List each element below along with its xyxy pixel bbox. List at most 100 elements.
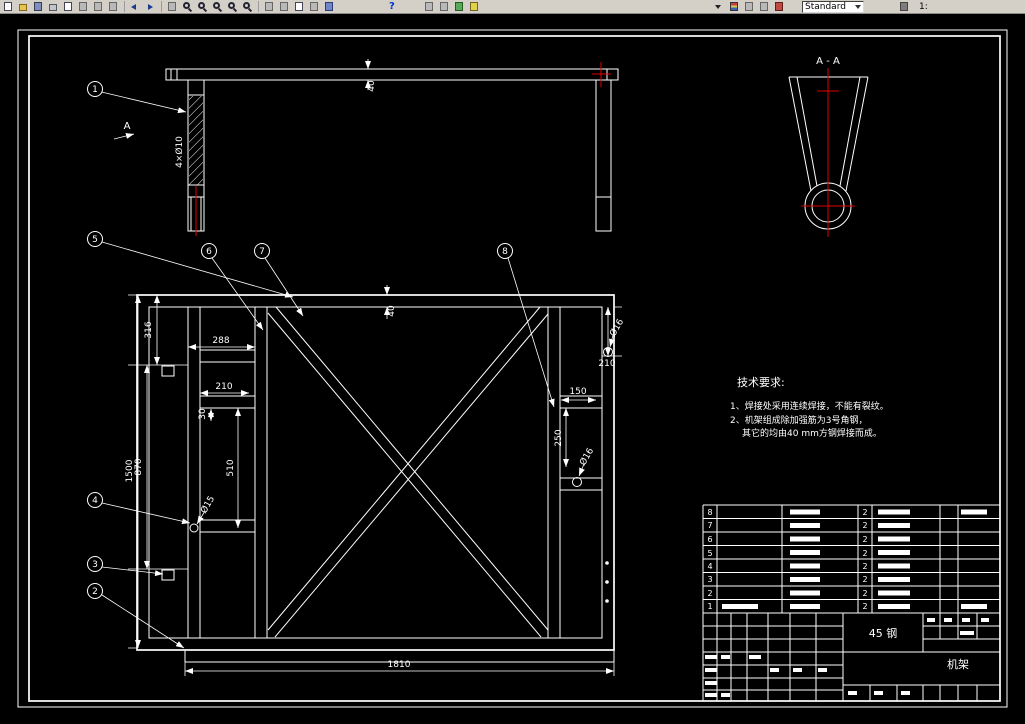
parts-row-no: 3	[707, 575, 712, 584]
callout-4-label: 4	[92, 496, 98, 506]
scale-label: 1:	[919, 1, 928, 12]
drawing-area: 40 4×Ø10 A A - A 288 210 30 510 Ø15 40 3…	[0, 14, 1025, 720]
layer-control-icon[interactable]	[743, 1, 756, 13]
left-clip-upper	[161, 365, 175, 377]
dim-30: 30	[198, 408, 208, 420]
dim-holes-4x10: 4×Ø10	[174, 136, 185, 168]
save-icon[interactable]	[32, 1, 45, 13]
pan-icon[interactable]	[166, 1, 179, 13]
parts-row-qty: 2	[862, 589, 867, 598]
parts-row-no: 7	[707, 521, 712, 530]
parts-row-qty: 2	[862, 602, 867, 611]
copy-icon[interactable]	[92, 1, 105, 13]
parts-row-qty: 2	[862, 575, 867, 584]
parts-row-no: 2	[707, 589, 712, 598]
zoom-realtime-icon[interactable]	[181, 1, 194, 13]
sheet-frame	[17, 29, 1008, 708]
parts-row-no: 6	[707, 535, 712, 544]
print-icon[interactable]	[47, 1, 60, 13]
area-icon[interactable]	[278, 1, 291, 13]
section-view-aa: A - A	[788, 56, 869, 237]
undo-icon[interactable]	[129, 1, 142, 13]
parts-row-qty: 2	[862, 508, 867, 517]
parts-row-qty: 2	[862, 562, 867, 571]
part-name-label: 机架	[947, 657, 969, 671]
dim-150: 150	[569, 387, 586, 397]
redo-icon[interactable]	[144, 1, 157, 13]
swatches-icon[interactable]	[468, 1, 481, 13]
left-clip-lower	[161, 569, 175, 581]
redraw-icon[interactable]	[423, 1, 436, 13]
paste-icon[interactable]	[107, 1, 120, 13]
toolbar-separator	[124, 1, 125, 12]
parts-row-no: 4	[707, 562, 712, 571]
dim-dia15: Ø15	[198, 494, 217, 516]
callout-7-label: 7	[259, 247, 265, 257]
color-control-icon[interactable]	[453, 1, 466, 13]
customize-tool-icon[interactable]	[898, 1, 911, 13]
section-mark-label: A	[124, 121, 131, 132]
front-view	[136, 294, 615, 663]
callout-3-label: 3	[92, 560, 98, 570]
zoom-previous-icon[interactable]	[211, 1, 224, 13]
section-title: A - A	[816, 56, 840, 67]
zoom-out-icon[interactable]	[241, 1, 254, 13]
tech-notes-line1: 1、焊接处采用连续焊接，不能有裂纹。	[730, 400, 889, 412]
callout-8-label: 8	[502, 247, 508, 257]
print-preview-icon[interactable]	[62, 1, 75, 13]
dim-1810: 1810	[388, 660, 411, 670]
list-icon[interactable]	[293, 1, 306, 13]
dim-dia16-bottom: Ø16	[577, 446, 596, 468]
dim-250: 250	[554, 429, 564, 446]
pen-settings-icon[interactable]	[773, 1, 786, 13]
callout-2-label: 2	[92, 587, 98, 597]
layers-icon[interactable]	[728, 1, 741, 13]
dim-40-main: 40	[387, 305, 397, 317]
parts-row-no: 1	[707, 602, 712, 611]
dim-210-left: 210	[215, 382, 232, 392]
callout-1-label: 1	[92, 85, 98, 95]
tech-notes-line2: 2、机架组成除加强筋为3号角钢，	[730, 414, 867, 426]
parts-row-qty: 2	[862, 549, 867, 558]
tech-notes-line3: 其它的均由40 mm方钢焊接而成。	[742, 427, 882, 439]
zoom-in-icon[interactable]	[226, 1, 239, 13]
dim-510: 510	[226, 459, 236, 476]
title-block: 45 钢 机架	[703, 612, 1000, 702]
material-label: 45 钢	[869, 627, 898, 640]
dim-288: 288	[212, 336, 229, 346]
dim-316: 316	[144, 321, 154, 338]
locate-point-icon[interactable]	[308, 1, 321, 13]
parts-row-no: 8	[707, 508, 712, 517]
text-style-value: Standard	[805, 1, 846, 12]
hole-dia15	[189, 523, 199, 533]
tech-notes-title: 技术要求:	[737, 376, 785, 389]
dim-top-rail-40: 40	[367, 80, 377, 92]
chevron-down-icon	[855, 4, 861, 9]
top-view: 40 4×Ø10 A	[113, 59, 619, 236]
section-arrow	[113, 133, 135, 140]
open-file-icon[interactable]	[17, 1, 30, 13]
distance-icon[interactable]	[263, 1, 276, 13]
main-toolbar: Standard 1:	[0, 0, 1025, 14]
parts-row-qty: 2	[862, 535, 867, 544]
dim-1500: 1500	[125, 459, 135, 482]
help-icon[interactable]	[386, 1, 399, 13]
cut-icon[interactable]	[77, 1, 90, 13]
parts-list-table: 8 2 7 2 6 2 5 2 4 2 3 2 2 2 1 2	[702, 504, 1001, 701]
linetype-icon[interactable]	[758, 1, 771, 13]
parts-row-no: 5	[707, 549, 712, 558]
properties-icon[interactable]	[323, 1, 336, 13]
new-file-icon[interactable]	[2, 1, 15, 13]
zoom-window-icon[interactable]	[196, 1, 209, 13]
toolbar-separator	[161, 1, 162, 12]
toolbar-dropdown-icon[interactable]	[713, 1, 726, 13]
dim-dia16-top: Ø16	[607, 317, 626, 339]
text-style-combobox[interactable]: Standard	[802, 0, 864, 13]
callout-5-label: 5	[92, 235, 98, 245]
tech-notes: 技术要求: 1、焊接处采用连续焊接，不能有裂纹。 2、机架组成除加强筋为3号角钢…	[730, 376, 889, 439]
dim-210-right: 210	[598, 359, 615, 369]
callout-6-label: 6	[206, 247, 212, 257]
named-views-icon[interactable]	[438, 1, 451, 13]
hole-dia16-bottom	[572, 477, 582, 487]
drawing-canvas[interactable]: 40 4×Ø10 A A - A 288 210 30 510 Ø15 40 3…	[0, 14, 1025, 720]
